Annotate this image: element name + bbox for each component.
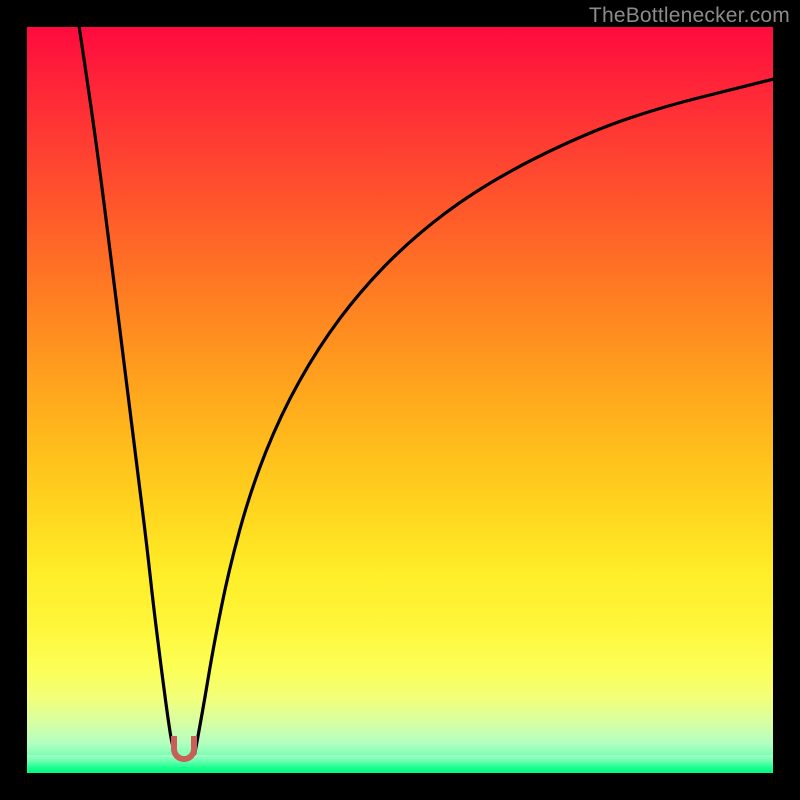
left-branch-path: [79, 27, 175, 754]
outer-frame: TheBottlenecker.com: [0, 0, 800, 800]
watermark-text: TheBottlenecker.com: [589, 4, 790, 28]
right-branch-path: [195, 79, 773, 753]
plot-area: [27, 27, 773, 773]
curve-layer: [27, 27, 773, 773]
vertex-marker: [171, 736, 197, 762]
